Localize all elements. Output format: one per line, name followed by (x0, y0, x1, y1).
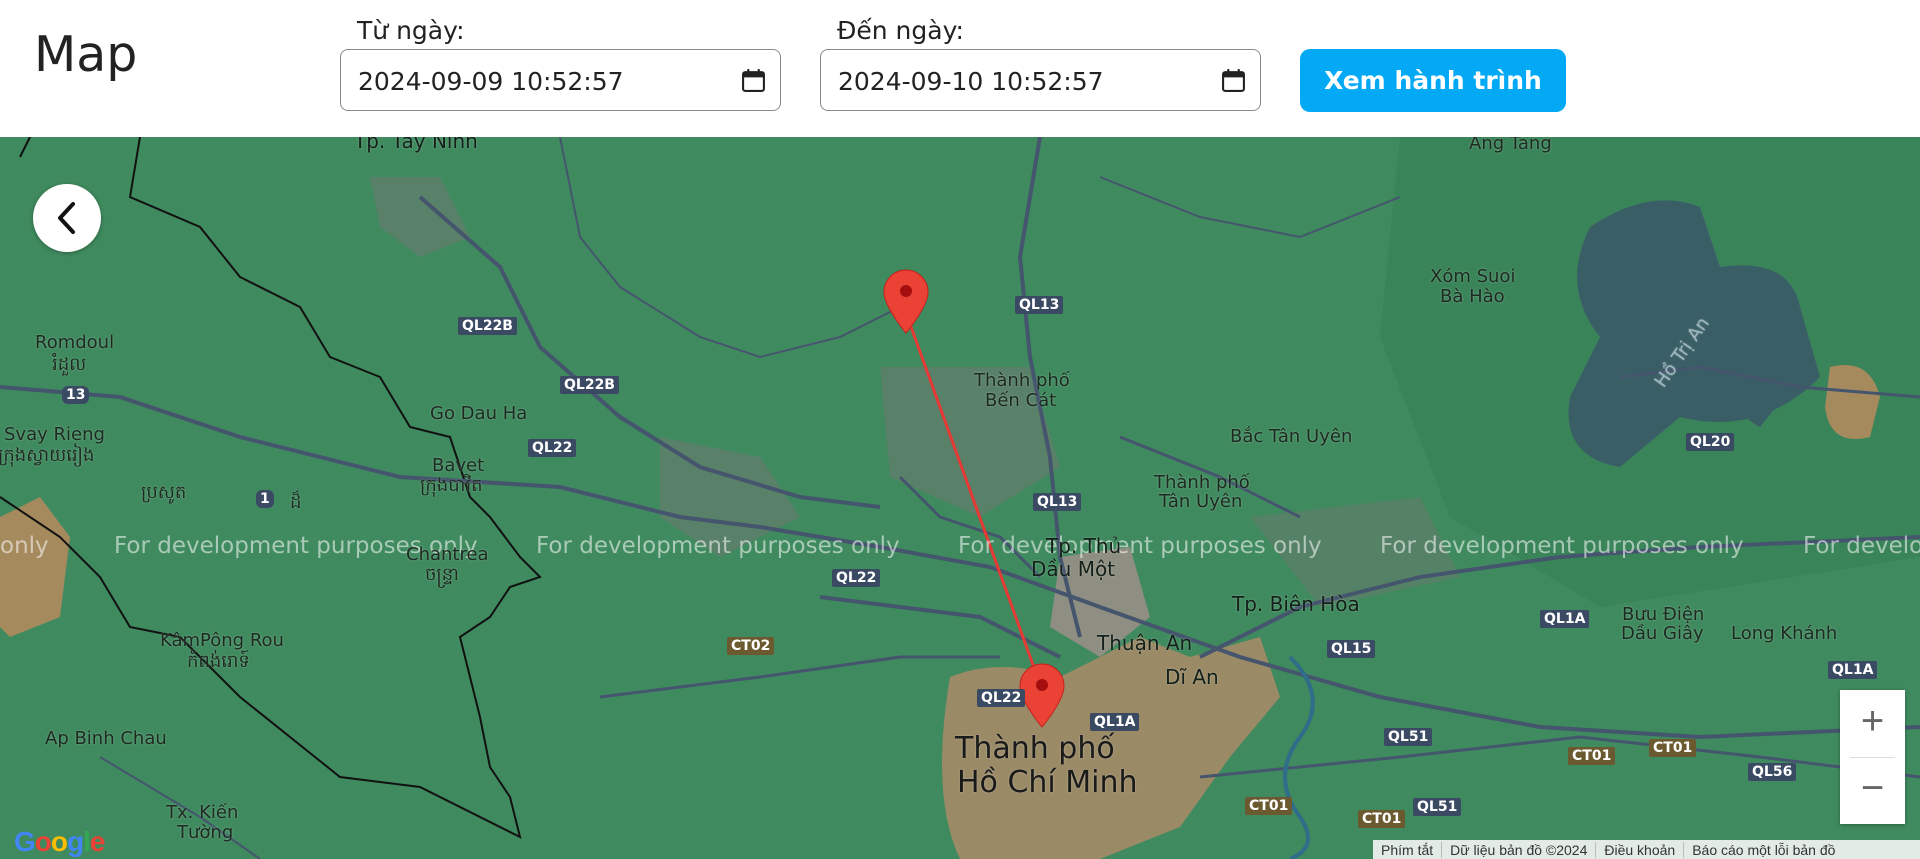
chevron-left-icon (58, 202, 75, 234)
place-label: Dĩ An (1165, 665, 1219, 689)
road-shield: QL22B (458, 317, 517, 335)
calendar-icon[interactable] (1221, 68, 1246, 93)
place-label: ក្រុងស្វាយរៀង (0, 445, 95, 466)
from-date-label: Từ ngày: (357, 16, 465, 45)
place-label: Bến Cát (985, 390, 1057, 411)
google-logo-letter: o (34, 826, 52, 857)
road-shield: QL56 (1748, 763, 1797, 781)
back-button[interactable] (33, 184, 101, 252)
road-shield: QL13 (1015, 296, 1064, 314)
to-date-label: Đến ngày: (837, 16, 964, 45)
google-logo-letter: g (67, 826, 84, 857)
road-shield: QL51 (1413, 798, 1462, 816)
from-date-value: 2024-09-09 10:52:57 (358, 67, 624, 96)
place-label: Thành phố (974, 370, 1070, 391)
place-label: Dầu Một (1031, 557, 1116, 581)
place-label: Bắc Tân Uyên (1230, 426, 1353, 447)
keyboard-shortcuts-link[interactable]: Phím tắt (1373, 841, 1443, 858)
terms-link[interactable]: Điều khoản (1596, 841, 1685, 858)
road-shield: CT01 (1358, 810, 1406, 828)
google-logo-letter: l (83, 826, 91, 857)
road-label: ដ៏ (290, 492, 302, 513)
place-label: KâmPông Rou (160, 630, 284, 651)
google-logo-letter: o (50, 826, 68, 857)
road-shield: QL22B (560, 376, 619, 394)
dev-watermark: For development purposes only (536, 533, 900, 559)
road-shield: 13 (62, 386, 90, 404)
zoom-control: + − (1840, 690, 1905, 824)
map-data-text: Dữ liệu bản đồ ©2024 (1442, 841, 1597, 858)
road-shield: 1 (256, 490, 274, 508)
road-shield: QL13 (1033, 493, 1082, 511)
place-label: ក្រុងបាវិត (420, 475, 483, 496)
road-shield: CT01 (1245, 797, 1293, 815)
google-logo-letter: e (89, 826, 106, 857)
road-shield: CT02 (727, 637, 775, 655)
place-label: Tân Uyên (1159, 491, 1243, 512)
place-label: Thành phố (955, 731, 1115, 766)
view-journey-button[interactable]: Xem hành trình (1300, 49, 1566, 112)
google-logo: Google (14, 826, 106, 858)
place-label: ប្រសូត (141, 482, 187, 503)
place-label: Svay Rieng (4, 424, 105, 445)
place-label: Ap Binh Chau (45, 728, 167, 749)
place-label: Go Dau Ha (430, 403, 528, 424)
road-shield: QL22 (832, 569, 881, 587)
road-shield: CT01 (1568, 747, 1616, 765)
page-title: Map (34, 26, 138, 83)
road-shield: QL1A (1540, 610, 1590, 628)
to-date-input[interactable]: 2024-09-10 10:52:57 (820, 49, 1261, 111)
from-date-input[interactable]: 2024-09-09 10:52:57 (340, 49, 781, 111)
place-label: Xóm Suoi (1430, 266, 1516, 287)
map-attribution: Phím tắt Dữ liệu bản đồ ©2024 Điều khoản… (1373, 840, 1920, 859)
report-error-link[interactable]: Báo cáo một lỗi bản đồ (1684, 842, 1843, 858)
place-label: Ang Tang (1469, 137, 1552, 154)
place-label: Tp. Tây Ninh (354, 137, 478, 153)
place-label: Tường (177, 822, 234, 843)
place-label: ចន្ទ្រា (425, 564, 459, 585)
dev-watermark: For development purposes only (1380, 533, 1744, 559)
place-label: Hồ Chí Minh (957, 765, 1138, 800)
to-date-value: 2024-09-10 10:52:57 (838, 67, 1104, 96)
place-label: Bưu Điện (1622, 604, 1705, 625)
road-shield: QL51 (1384, 728, 1433, 746)
place-label: Dầu Giây (1621, 623, 1704, 644)
place-label: រំដួល (52, 354, 87, 375)
road-shield: CT01 (1649, 739, 1697, 757)
place-label: Long Khánh (1731, 623, 1838, 644)
road-shield: QL20 (1686, 433, 1735, 451)
place-label: Thuận An (1097, 631, 1193, 655)
google-logo-letter: G (14, 826, 36, 857)
road-shield: QL22 (977, 689, 1026, 707)
place-label: កំពង់រោទ៍ (187, 651, 250, 672)
place-label: Bà Hào (1440, 286, 1505, 307)
zoom-in-button[interactable]: + (1840, 690, 1905, 757)
zoom-out-button[interactable]: − (1840, 757, 1905, 824)
road-shield: QL1A (1090, 713, 1140, 731)
calendar-icon[interactable] (741, 68, 766, 93)
dev-watermark: For development purposes only (958, 533, 1322, 559)
road-shield: QL22 (528, 439, 577, 457)
place-label: Romdoul (35, 332, 115, 353)
place-label: Thành phố (1154, 472, 1250, 493)
road-shield: QL15 (1327, 640, 1376, 658)
road-shield: QL1A (1828, 661, 1878, 679)
place-label: Tp. Thủ (1046, 534, 1122, 558)
map-canvas[interactable]: only For development purposes only For d… (0, 137, 1920, 859)
dev-watermark: For develo (1803, 533, 1920, 559)
header: Map Từ ngày: 2024-09-09 10:52:57 Đến ngà… (0, 0, 1920, 137)
place-label: Tp. Biên Hòa (1232, 592, 1360, 616)
place-label: Tx. Kiến (166, 802, 239, 823)
dev-watermark: only (0, 533, 49, 559)
